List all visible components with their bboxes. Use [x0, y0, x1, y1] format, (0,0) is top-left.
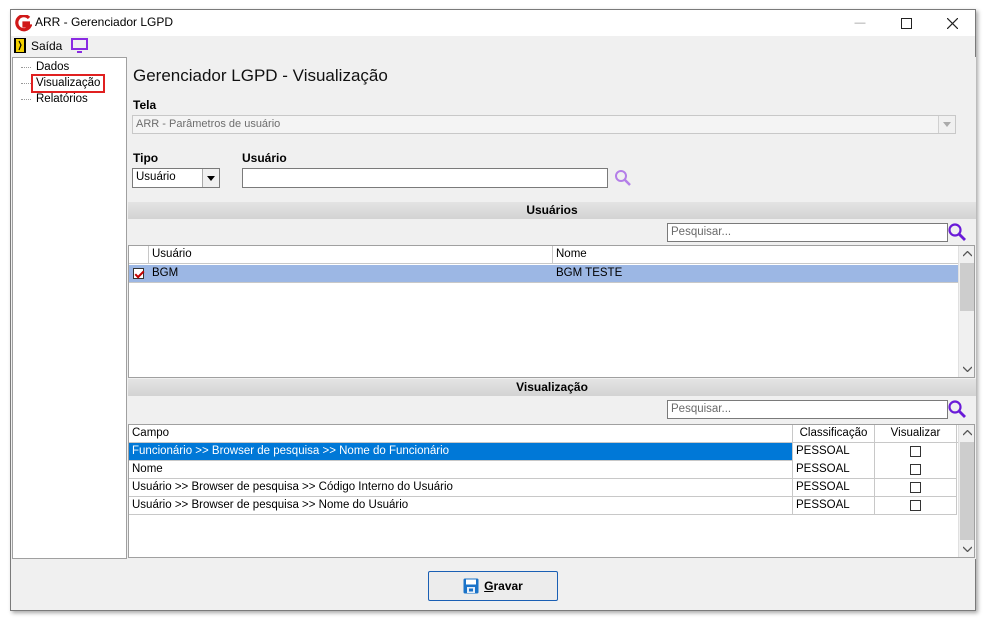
- table-row[interactable]: Funcionário >> Browser de pesquisa >> No…: [129, 443, 957, 461]
- close-button[interactable]: [929, 10, 975, 36]
- row-checkbox-cell: [129, 265, 149, 283]
- tree-connector: [21, 67, 31, 68]
- app-logo-icon: [15, 15, 32, 32]
- chevron-up-icon[interactable]: [959, 425, 975, 441]
- visualizar-checkbox[interactable]: [910, 500, 921, 511]
- visualizacao-search-input[interactable]: Pesquisar...: [667, 400, 948, 419]
- close-icon: [946, 17, 958, 29]
- visualizar-checkbox[interactable]: [910, 482, 921, 493]
- column-header-nome[interactable]: Nome: [553, 246, 959, 264]
- cell-classificacao: PESSOAL: [793, 479, 875, 497]
- tree-connector: [21, 83, 31, 84]
- cell-campo: Usuário >> Browser de pesquisa >> Código…: [129, 479, 793, 497]
- window-title: ARR - Gerenciador LGPD: [35, 15, 174, 29]
- sidebar-item-visualizacao[interactable]: Visualização: [30, 74, 106, 93]
- usuarios-grid: Usuário Nome BGM BGM TESTE: [128, 245, 975, 378]
- usuarios-section-header: Usuários: [128, 202, 976, 219]
- usuarios-grid-header: Usuário Nome: [129, 246, 959, 264]
- tree-connector: [21, 99, 31, 100]
- visualizacao-section-header: Visualização: [128, 379, 976, 396]
- app-window: ARR - Gerenciador LGPD — Saída Dados Vis…: [10, 9, 976, 611]
- table-row[interactable]: Usuário >> Browser de pesquisa >> Código…: [129, 479, 957, 497]
- title-bar: ARR - Gerenciador LGPD —: [11, 10, 975, 36]
- menu-bar: Saída: [11, 36, 975, 56]
- cell-visualizar: [875, 461, 957, 479]
- tipo-label: Tipo: [133, 151, 159, 165]
- footer-bar: Gravar: [11, 560, 975, 610]
- visualizacao-scrollbar[interactable]: [958, 425, 974, 557]
- visualizar-checkbox[interactable]: [910, 464, 921, 475]
- usuarios-scrollbar[interactable]: [958, 246, 974, 377]
- minimize-icon: —: [854, 17, 866, 29]
- maximize-icon: [900, 17, 912, 29]
- search-icon[interactable]: [947, 399, 967, 419]
- visualizar-checkbox[interactable]: [910, 446, 921, 457]
- tela-combobox: ARR - Parâmetros de usuário: [132, 115, 956, 134]
- cell-classificacao: PESSOAL: [793, 443, 875, 461]
- tela-value: ARR - Parâmetros de usuário: [136, 118, 281, 130]
- checkbox-column-header: [129, 246, 149, 264]
- usuario-input[interactable]: [242, 168, 608, 188]
- maximize-button[interactable]: [883, 10, 929, 36]
- usuarios-search-input[interactable]: Pesquisar...: [667, 223, 948, 242]
- tipo-value: Usuário: [136, 171, 176, 183]
- minimize-button[interactable]: —: [837, 10, 883, 36]
- sidebar-item-dados[interactable]: Dados: [33, 60, 72, 75]
- chevron-down-icon[interactable]: [959, 541, 975, 557]
- row-checkbox[interactable]: [133, 268, 144, 279]
- cell-classificacao: PESSOAL: [793, 497, 875, 515]
- scroll-thumb[interactable]: [960, 263, 974, 311]
- table-row[interactable]: Usuário >> Browser de pesquisa >> Nome d…: [129, 497, 957, 515]
- column-header-usuario[interactable]: Usuário: [149, 246, 553, 264]
- tela-label: Tela: [133, 98, 157, 112]
- cell-nome: BGM TESTE: [556, 267, 623, 279]
- cell-visualizar: [875, 443, 957, 461]
- cell-usuario: BGM: [152, 267, 179, 279]
- sidebar-item-relatorios[interactable]: Relatórios: [33, 92, 91, 107]
- column-header-campo[interactable]: Campo: [129, 425, 793, 443]
- search-icon[interactable]: [947, 222, 967, 242]
- chevron-up-icon[interactable]: [959, 246, 975, 262]
- visualizacao-grid-header: Campo Classificação Visualizar: [129, 425, 959, 443]
- table-row[interactable]: BGM BGM TESTE: [129, 265, 959, 283]
- cell-visualizar: [875, 479, 957, 497]
- save-button-label: Gravar: [484, 579, 523, 593]
- column-header-classificacao[interactable]: Classificação: [793, 425, 875, 443]
- page-title: Gerenciador LGPD - Visualização: [133, 66, 388, 85]
- cell-visualizar: [875, 497, 957, 515]
- monitor-icon[interactable]: [71, 38, 88, 53]
- visualizacao-grid: Campo Classificação Visualizar Funcionár…: [128, 424, 975, 558]
- door-exit-icon[interactable]: [14, 38, 26, 53]
- column-header-visualizar[interactable]: Visualizar: [875, 425, 957, 443]
- cell-campo: Nome: [129, 461, 793, 479]
- chevron-down-icon: [938, 116, 955, 133]
- exit-menu-item[interactable]: Saída: [31, 39, 62, 53]
- floppy-disk-icon: [463, 578, 479, 594]
- scroll-thumb[interactable]: [960, 442, 974, 540]
- cell-campo: Usuário >> Browser de pesquisa >> Nome d…: [129, 497, 793, 515]
- chevron-down-icon[interactable]: [959, 361, 975, 377]
- tipo-select[interactable]: Usuário: [132, 168, 220, 188]
- save-button[interactable]: Gravar: [428, 571, 558, 601]
- table-row[interactable]: Nome PESSOAL: [129, 461, 957, 479]
- sidebar-tree: Dados Visualização Relatórios: [12, 57, 127, 559]
- usuario-label: Usuário: [242, 151, 287, 165]
- cell-campo: Funcionário >> Browser de pesquisa >> No…: [129, 443, 793, 461]
- main-panel: Gerenciador LGPD - Visualização Tela ARR…: [128, 57, 976, 559]
- chevron-down-icon[interactable]: [202, 169, 219, 187]
- search-icon[interactable]: [614, 169, 632, 187]
- cell-classificacao: PESSOAL: [793, 461, 875, 479]
